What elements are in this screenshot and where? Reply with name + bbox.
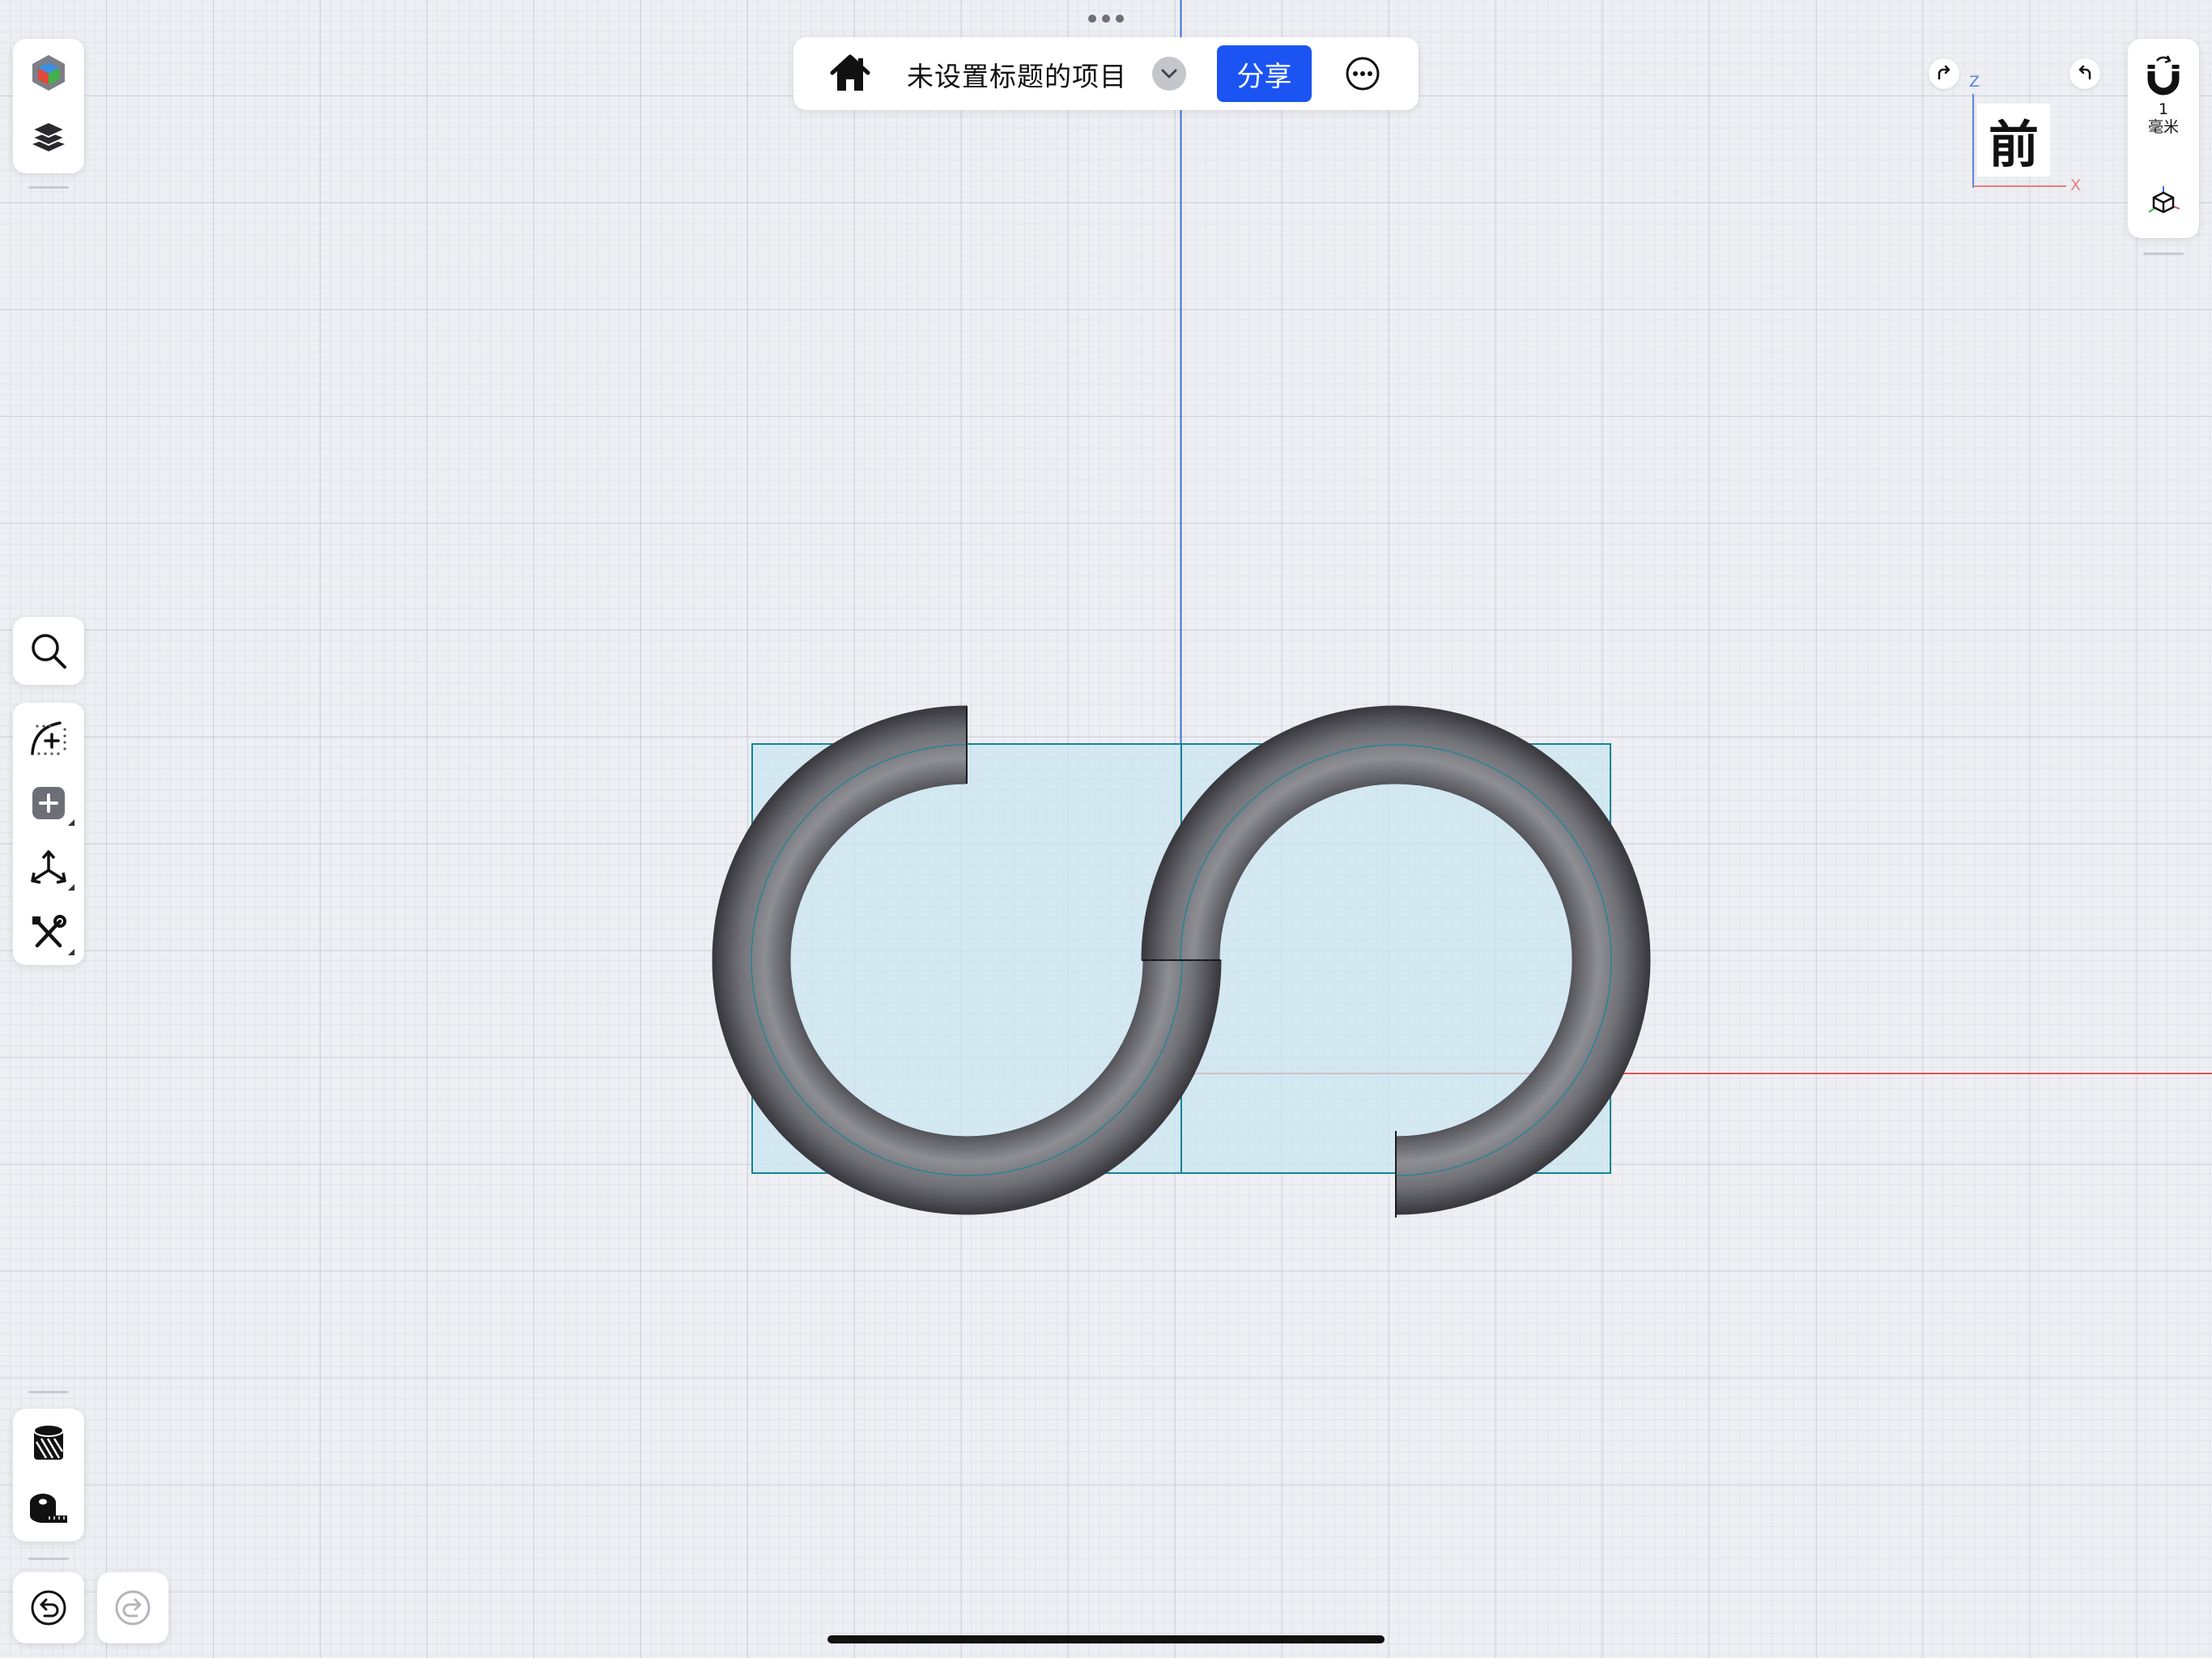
visual-style-icon[interactable]: [13, 1410, 84, 1475]
left-top-divider: [28, 186, 69, 189]
left-top-palette: [13, 39, 84, 173]
transform-icon[interactable]: [13, 835, 84, 900]
redo-icon: [115, 1590, 151, 1626]
submenu-corner-indicator: [68, 819, 74, 826]
snap-value: 1: [2158, 100, 2169, 118]
right-palette: 1 毫米: [2128, 39, 2199, 238]
right-divider: [2143, 253, 2184, 255]
more-icon[interactable]: [1344, 55, 1381, 92]
measure-tape-icon[interactable]: [13, 1475, 84, 1540]
home-indicator[interactable]: [827, 1635, 1385, 1643]
top-grabber[interactable]: [1088, 15, 1124, 23]
sketch-curve-icon[interactable]: [13, 706, 84, 771]
search-icon[interactable]: [13, 619, 84, 683]
search-panel: [13, 617, 84, 685]
snap-unit: 毫米: [2147, 118, 2179, 136]
view-cube-icon[interactable]: [2128, 170, 2199, 235]
home-icon[interactable]: [829, 53, 871, 94]
share-button[interactable]: 分享: [1217, 45, 1312, 102]
design-canvas[interactable]: [0, 0, 2212, 1658]
submenu-corner-indicator: [68, 949, 74, 955]
redo-button[interactable]: [97, 1572, 168, 1643]
modify-tools-icon[interactable]: [13, 900, 84, 965]
submenu-corner-indicator: [68, 884, 74, 891]
left-bottom-palette: [13, 1409, 84, 1541]
layers-icon[interactable]: [13, 104, 84, 168]
app-window: 未设置标题的项目 分享 Z X 前 1 毫米: [0, 0, 2212, 1658]
view-mode-cube-icon[interactable]: [13, 40, 84, 105]
document-bar: 未设置标题的项目 分享: [793, 37, 1419, 110]
add-primitive-icon[interactable]: [13, 771, 84, 835]
chevron-down-icon[interactable]: [1152, 57, 1186, 91]
left-tools-palette: [13, 703, 84, 965]
left-bottom-divider-top: [28, 1391, 69, 1393]
document-title[interactable]: 未设置标题的项目: [907, 55, 1127, 94]
snap-magnet-icon[interactable]: [2128, 42, 2199, 107]
view-face-label[interactable]: 前: [1977, 104, 2050, 176]
undo-button[interactable]: [13, 1572, 84, 1643]
left-bottom-divider: [28, 1558, 69, 1560]
undo-icon: [31, 1590, 66, 1626]
snap-increment[interactable]: 1 毫米: [2128, 100, 2199, 136]
